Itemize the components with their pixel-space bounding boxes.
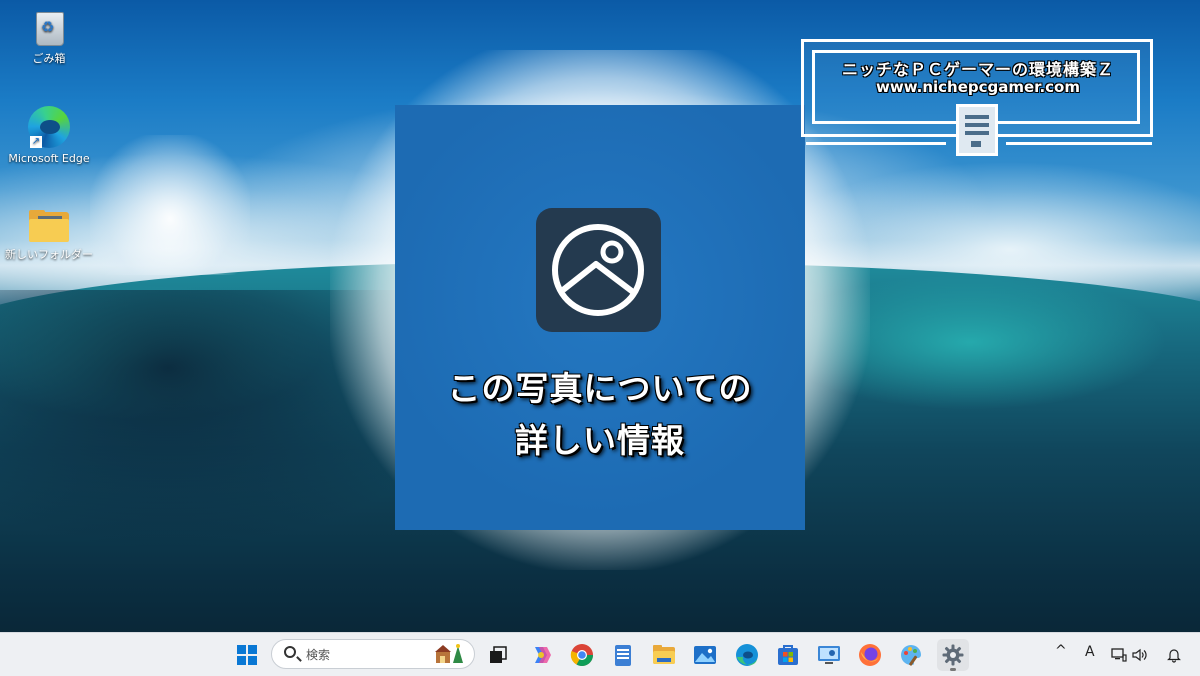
show-hidden-icons-chevron[interactable]: ^: [1055, 643, 1067, 659]
notifications-button[interactable]: [1163, 639, 1185, 671]
desktop-icon-label: ごみ箱: [32, 52, 66, 65]
edge-button[interactable]: [731, 639, 763, 671]
watermark-url: www.nichepcgamer.com: [876, 78, 1080, 96]
notepad-icon: [615, 645, 631, 666]
card-title-line-1: この写真についての: [447, 369, 753, 408]
pc-tower-icon: [956, 104, 998, 156]
learn-about-this-picture-card[interactable]: この写真についての 詳しい情報: [395, 105, 805, 530]
task-view-icon: [490, 646, 507, 663]
desktop-icon-edge[interactable]: ↗ Microsoft Edge: [4, 106, 94, 165]
network-button[interactable]: [1108, 639, 1130, 671]
edge-icon: [736, 644, 758, 666]
copilot-icon: [535, 647, 551, 663]
search-highlight-icon: [435, 644, 463, 663]
search-placeholder: 検索: [306, 648, 331, 662]
volume-button[interactable]: [1128, 639, 1150, 671]
watermark-bar-right: [1006, 142, 1152, 145]
chrome-button[interactable]: [566, 639, 598, 671]
recycle-bin-icon: ♻: [34, 8, 64, 46]
card-title-line-2: 詳しい情報: [515, 421, 685, 460]
file-explorer-button[interactable]: [648, 639, 680, 671]
remote-desktop-icon: [818, 646, 840, 664]
edge-icon: ↗: [28, 106, 70, 148]
settings-icon: [942, 644, 964, 666]
ime-indicator[interactable]: A: [1085, 644, 1095, 660]
desktop-icon-label: Microsoft Edge: [8, 152, 90, 165]
watermark-title: ニッチなＰＣゲーマーの環境構築Ｚ: [841, 60, 1114, 79]
shortcut-arrow-icon: ↗: [30, 136, 42, 148]
photos-icon: [694, 646, 716, 664]
paint-icon: [901, 645, 921, 666]
photos-button[interactable]: [689, 639, 721, 671]
remote-desktop-button[interactable]: [813, 639, 845, 671]
firefox-icon: [859, 644, 881, 666]
chrome-icon: [570, 644, 593, 666]
store-button[interactable]: [772, 639, 804, 671]
wave-foam: [90, 135, 250, 275]
taskbar: 検索 ^ A: [0, 632, 1200, 676]
start-icon: [237, 645, 257, 665]
task-view-button[interactable]: [482, 639, 514, 671]
copilot-button[interactable]: [525, 639, 557, 671]
site-watermark: ニッチなＰＣゲーマーの環境構築Ｚ www.nichepcgamer.com: [800, 38, 1158, 158]
firefox-button[interactable]: [854, 639, 886, 671]
volume-icon: [1132, 648, 1147, 662]
settings-button[interactable]: [937, 639, 969, 671]
paint-button[interactable]: [895, 639, 927, 671]
photo-icon: [536, 208, 661, 332]
search-icon: [284, 646, 296, 658]
bell-icon: [1167, 649, 1181, 663]
notepad-button[interactable]: [607, 639, 639, 671]
file-explorer-icon: [653, 645, 675, 664]
folder-icon: [29, 210, 69, 242]
store-icon: [778, 645, 798, 665]
watermark-bar-left: [806, 142, 946, 145]
card-title: この写真についての 詳しい情報: [395, 363, 805, 467]
search-box[interactable]: 検索: [271, 639, 475, 669]
network-icon: [1111, 648, 1127, 662]
desktop-icon-new-folder[interactable]: 新しいフォルダー: [4, 210, 94, 262]
active-app-indicator: [950, 668, 956, 671]
start-button[interactable]: [231, 639, 263, 671]
desktop-icon-recycle-bin[interactable]: ♻ ごみ箱: [4, 8, 94, 66]
desktop-icon-label: 新しいフォルダー: [5, 248, 93, 261]
